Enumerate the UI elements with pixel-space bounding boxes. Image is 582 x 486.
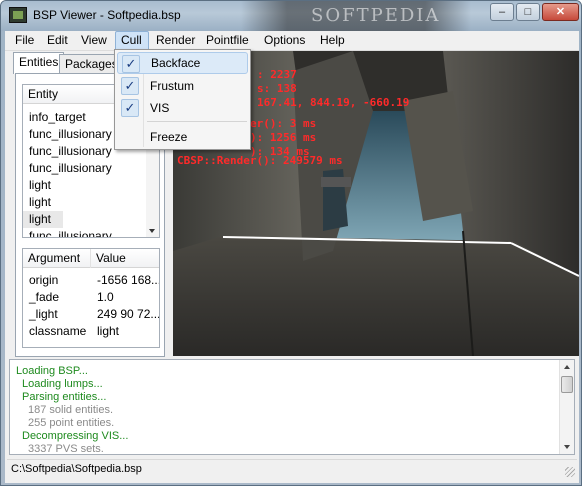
overlay-stat: 167.41, 844.19, -660.19 (257, 96, 410, 109)
resize-grip-icon[interactable] (565, 467, 575, 477)
menu-item-label: Freeze (150, 130, 188, 144)
scroll-down-icon[interactable] (564, 445, 570, 449)
menu-item-label: Frustum (150, 79, 195, 93)
menu-help[interactable]: Help (320, 31, 345, 51)
title-bar[interactable]: BSP Viewer - Softpedia.bsp SOFTPEDIA – □… (1, 1, 581, 31)
watermark: SOFTPEDIA (241, 1, 471, 31)
status-file-path: C:\Softpedia\Softpedia.bsp (11, 463, 142, 475)
scroll-up-icon[interactable] (564, 365, 570, 369)
app-window: BSP Viewer - Softpedia.bsp SOFTPEDIA – □… (0, 0, 582, 486)
client-area: Entities Packages Entity info_target fun… (5, 51, 579, 483)
property-value[interactable]: 249 90 72... (91, 306, 159, 323)
property-arg[interactable]: classname (23, 323, 91, 340)
list-item[interactable]: func_illusionary (23, 228, 112, 237)
log-line: 187 solid entities. (28, 404, 113, 416)
menu-separator (147, 121, 247, 122)
menu-edit[interactable]: Edit (47, 31, 68, 51)
list-item[interactable]: func_illusionary (23, 160, 112, 177)
watermark-text: SOFTPEDIA (311, 5, 441, 26)
scroll-down-icon[interactable] (149, 229, 155, 233)
property-table[interactable]: Argument Value origin -1656 168... _fade… (22, 248, 160, 348)
menu-pointfile[interactable]: Pointfile (206, 31, 249, 51)
maximize-button[interactable]: □ (516, 3, 540, 21)
list-item-selected[interactable]: light (23, 211, 63, 228)
list-item[interactable]: func_illusionary (23, 126, 112, 143)
property-value[interactable]: 1.0 (91, 289, 159, 306)
log-line: 3337 PVS sets. (28, 443, 104, 455)
property-value[interactable]: -1656 168... (91, 272, 159, 289)
list-item[interactable]: light (23, 194, 51, 211)
overlay-stat: : 2237 (257, 68, 297, 81)
menu-file[interactable]: File (15, 31, 34, 51)
property-arg[interactable]: _fade (23, 289, 91, 306)
log-line: 255 point entities. (28, 417, 115, 429)
menu-item-label: VIS (150, 101, 170, 115)
menu-item-frustum[interactable]: ✓ Frustum (117, 75, 248, 97)
check-icon: ✓ (121, 99, 139, 117)
list-item[interactable]: light (23, 177, 51, 194)
list-item[interactable]: info_target (23, 109, 86, 126)
menu-item-label: Backface (151, 56, 201, 70)
log-output[interactable]: Loading BSP... Loading lumps... Parsing … (9, 359, 575, 455)
cull-dropdown-menu: ✓ Backface ✓ Frustum ✓ VIS Freeze (114, 49, 251, 150)
tab-entities[interactable]: Entities (13, 52, 65, 74)
menu-render[interactable]: Render (156, 31, 195, 51)
status-bar: C:\Softpedia\Softpedia.bsp (7, 459, 577, 479)
log-line: Loading BSP... (16, 365, 88, 377)
property-table-header: Argument Value (23, 249, 159, 268)
scroll-thumb[interactable] (561, 376, 573, 393)
menu-item-backface[interactable]: ✓ Backface (117, 52, 248, 74)
window-title: BSP Viewer - Softpedia.bsp (33, 8, 181, 22)
list-item[interactable]: func_illusionary (23, 143, 112, 160)
close-button[interactable]: ✕ (542, 3, 579, 21)
app-icon[interactable] (9, 7, 27, 23)
check-icon: ✓ (122, 55, 140, 73)
log-line: Loading lumps... (22, 378, 103, 390)
check-icon: ✓ (121, 77, 139, 95)
overlay-stat: ): 1256 ms (250, 131, 317, 144)
overlay-stat: CBSP::Render(): 249579 ms (177, 154, 343, 167)
menu-bar: File Edit View Cull Render Pointfile Opt… (5, 31, 579, 51)
menu-view[interactable]: View (81, 31, 107, 51)
log-line: Parsing entities... (22, 391, 107, 403)
overlay-stat: er(): 3 ms (250, 117, 317, 130)
log-line: Decompressing VIS... (22, 430, 129, 442)
minimize-button[interactable]: – (490, 3, 514, 21)
property-arg[interactable]: _light (23, 306, 91, 323)
property-value[interactable]: light (91, 323, 159, 340)
argument-column-header[interactable]: Argument (23, 249, 91, 268)
menu-item-vis[interactable]: ✓ VIS (117, 97, 248, 119)
value-column-header[interactable]: Value (91, 249, 159, 268)
menu-cull[interactable]: Cull (115, 31, 149, 51)
menu-item-freeze[interactable]: Freeze (117, 126, 248, 148)
menu-options[interactable]: Options (264, 31, 305, 51)
log-scrollbar[interactable] (559, 360, 574, 454)
property-arg[interactable]: origin (23, 272, 91, 289)
overlay-stat: s: 138 (257, 82, 297, 95)
